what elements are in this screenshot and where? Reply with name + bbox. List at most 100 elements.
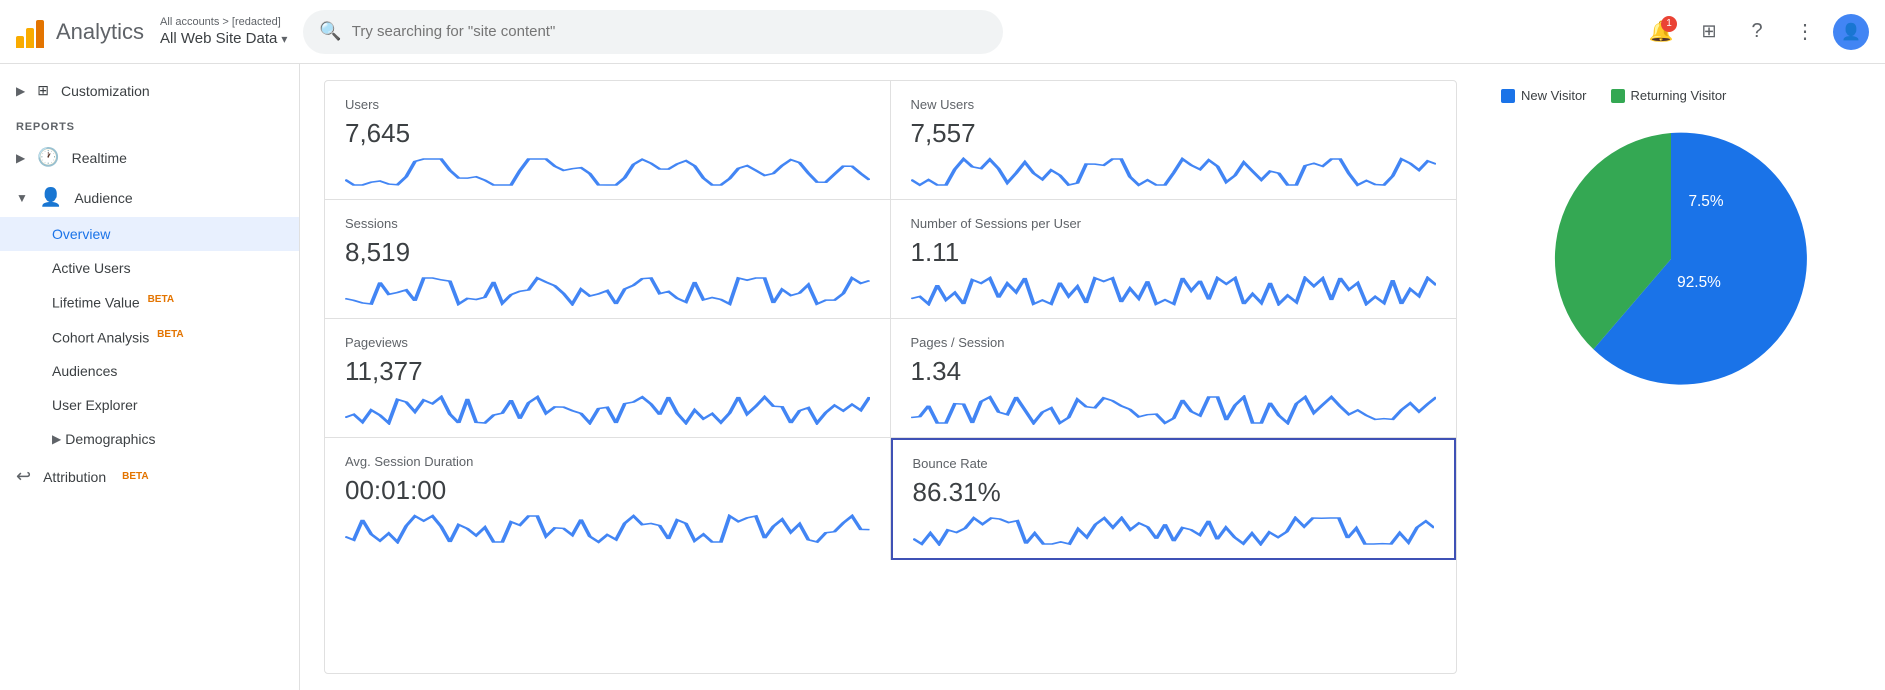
metric-label-0: Users xyxy=(345,97,870,112)
metric-label-6: Avg. Session Duration xyxy=(345,454,870,469)
header: Analytics All accounts > [redacted] All … xyxy=(0,0,1885,64)
person-icon: 👤 xyxy=(40,187,62,208)
metric-card-2: Sessions 8,519 xyxy=(325,200,891,319)
clock-icon: 🕐 xyxy=(37,147,59,168)
metric-card-7: Bounce Rate 86.31% xyxy=(891,438,1457,560)
grid-icon: ⊞ xyxy=(1701,21,1716,42)
metric-label-5: Pages / Session xyxy=(911,335,1437,350)
sparkline-1 xyxy=(911,157,1437,187)
logo-area: Analytics All accounts > [redacted] All … xyxy=(16,16,287,48)
sparkline-5 xyxy=(911,395,1437,425)
realtime-label: Realtime xyxy=(72,150,127,166)
sparkline-3 xyxy=(911,276,1437,306)
attribution-icon: ↩ xyxy=(16,466,31,487)
user-explorer-label: User Explorer xyxy=(52,397,138,413)
sparkline-7 xyxy=(913,516,1435,546)
sidebar-subitem-user-explorer[interactable]: User Explorer xyxy=(0,388,299,422)
logo-bar-2 xyxy=(26,28,34,48)
metric-value-5: 1.34 xyxy=(911,356,1437,387)
more-icon: ⋮ xyxy=(1795,19,1815,44)
notifications-button[interactable]: 🔔 1 xyxy=(1641,12,1681,52)
legend-item-returning-visitor: Returning Visitor xyxy=(1611,88,1727,103)
pie-chart: 92.5% 7.5% xyxy=(1531,119,1811,399)
new-visitor-dot xyxy=(1501,89,1515,103)
attribution-beta-badge: BETA xyxy=(122,471,148,482)
header-actions: 🔔 1 ⊞ ? ⋮ 👤 xyxy=(1641,12,1869,52)
sparkline-4 xyxy=(345,395,870,425)
metric-value-6: 00:01:00 xyxy=(345,475,870,506)
metric-value-0: 7,645 xyxy=(345,118,870,149)
help-icon: ? xyxy=(1751,20,1762,43)
cohort-beta-badge: BETA xyxy=(157,329,183,340)
more-options-button[interactable]: ⋮ xyxy=(1785,12,1825,52)
metric-label-2: Sessions xyxy=(345,216,870,231)
metric-label-4: Pageviews xyxy=(345,335,870,350)
metric-card-4: Pageviews11,377 xyxy=(325,319,891,438)
sidebar: ▶ ⊞ Customization REPORTS ▶ 🕐 Realtime ▼… xyxy=(0,64,300,690)
chart-section: New Visitor Returning Visitor xyxy=(1481,80,1861,674)
active-users-label: Active Users xyxy=(52,260,131,276)
attribution-label: Attribution xyxy=(43,469,106,485)
search-bar[interactable]: 🔍 xyxy=(303,10,1003,54)
metric-label-1: New Users xyxy=(911,97,1437,112)
logo-bar-1 xyxy=(16,36,24,48)
lifetime-value-beta-badge: BETA xyxy=(148,294,174,305)
metric-label-3: Number of Sessions per User xyxy=(911,216,1437,231)
metric-card-1: New Users 7,557 xyxy=(891,81,1457,200)
sparkline-6 xyxy=(345,514,870,544)
account-name-text: All Web Site Data xyxy=(160,30,277,47)
help-button[interactable]: ? xyxy=(1737,12,1777,52)
audiences-label: Audiences xyxy=(52,363,117,379)
content-area: Users7,645 New Users7,557 Sessions8,519 … xyxy=(300,64,1885,690)
sidebar-item-audience[interactable]: ▼ 👤 Audience xyxy=(0,178,299,217)
logo-icon xyxy=(16,16,44,48)
apps-grid-button[interactable]: ⊞ xyxy=(1689,12,1729,52)
metric-value-3: 1.11 xyxy=(911,237,1437,268)
arrow-right-icon-demo: ▶ xyxy=(52,432,61,446)
audience-label: Audience xyxy=(74,190,132,206)
main-layout: ▶ ⊞ Customization REPORTS ▶ 🕐 Realtime ▼… xyxy=(0,64,1885,690)
logo-bar-3 xyxy=(36,20,44,48)
search-icon: 🔍 xyxy=(319,21,341,42)
metric-card-6: Avg. Session Duration 00:01:00 xyxy=(325,438,891,560)
search-input[interactable] xyxy=(352,23,988,40)
legend-item-new-visitor: New Visitor xyxy=(1501,88,1587,103)
sidebar-item-attribution[interactable]: ↩ Attribution BETA xyxy=(0,456,299,497)
metric-value-7: 86.31% xyxy=(913,477,1435,508)
sidebar-subitem-demographics[interactable]: ▶ Demographics xyxy=(0,422,299,456)
sidebar-item-realtime[interactable]: ▶ 🕐 Realtime xyxy=(0,137,299,178)
account-name-dropdown[interactable]: All Web Site Data ▾ xyxy=(160,30,287,47)
customization-label: Customization xyxy=(61,83,150,99)
overview-label: Overview xyxy=(52,226,110,242)
sidebar-subitem-active-users[interactable]: Active Users xyxy=(0,251,299,285)
returning-visitor-label: Returning Visitor xyxy=(1631,88,1727,103)
cohort-analysis-label: Cohort Analysis xyxy=(52,329,149,345)
app-title: Analytics xyxy=(56,19,144,45)
arrow-right-icon: ▶ xyxy=(16,84,25,98)
sparkline-2 xyxy=(345,276,870,306)
metric-card-5: Pages / Session 1.34 xyxy=(891,319,1457,438)
sidebar-subitem-lifetime-value[interactable]: Lifetime Value BETA xyxy=(0,285,299,320)
legend: New Visitor Returning Visitor xyxy=(1501,88,1726,103)
sidebar-subitem-audiences[interactable]: Audiences xyxy=(0,354,299,388)
sidebar-subitem-cohort-analysis[interactable]: Cohort Analysis BETA xyxy=(0,320,299,355)
reports-section-label: REPORTS xyxy=(0,109,299,137)
new-visitor-pct-label: 92.5% xyxy=(1677,274,1721,291)
account-breadcrumb: All accounts > [redacted] xyxy=(160,16,287,28)
arrow-down-icon-audience: ▼ xyxy=(16,191,28,205)
sparkline-0 xyxy=(345,157,870,187)
sidebar-subitem-overview[interactable]: Overview xyxy=(0,217,299,251)
metric-label-7: Bounce Rate xyxy=(913,456,1435,471)
metric-value-2: 8,519 xyxy=(345,237,870,268)
metric-value-1: 7,557 xyxy=(911,118,1437,149)
avatar[interactable]: 👤 xyxy=(1833,14,1869,50)
returning-visitor-pct-label: 7.5% xyxy=(1688,193,1723,210)
chevron-down-icon: ▾ xyxy=(281,32,287,46)
sidebar-item-customization[interactable]: ▶ ⊞ Customization xyxy=(0,72,299,109)
notification-badge: 1 xyxy=(1661,16,1677,32)
metric-card-3: Number of Sessions per User 1.11 xyxy=(891,200,1457,319)
returning-visitor-dot xyxy=(1611,89,1625,103)
demographics-label: Demographics xyxy=(65,431,155,447)
pie-svg: 92.5% 7.5% xyxy=(1531,119,1811,399)
account-selector[interactable]: All accounts > [redacted] All Web Site D… xyxy=(160,16,287,47)
